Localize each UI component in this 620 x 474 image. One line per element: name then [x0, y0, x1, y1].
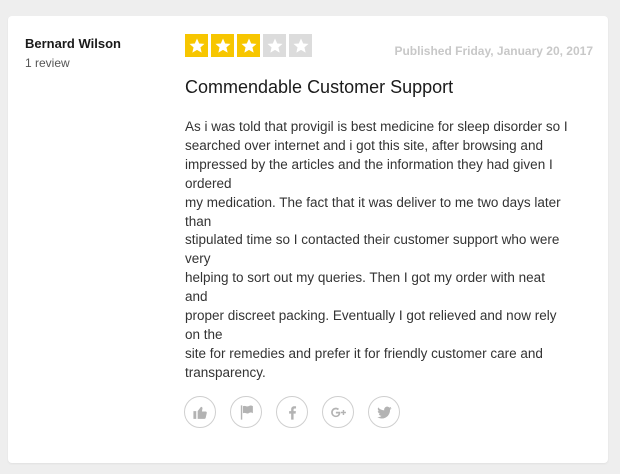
review-actions: [184, 396, 400, 428]
flag-icon: [240, 404, 253, 420]
author-info: Bernard Wilson 1 review: [25, 36, 121, 70]
twitter-icon: [376, 406, 392, 419]
star-icon: [185, 34, 208, 57]
published-date: Published Friday, January 20, 2017: [394, 44, 593, 58]
author-review-count: 1 review: [25, 56, 70, 70]
review-body-line: transparency.: [185, 364, 266, 380]
star-icon: [211, 34, 234, 57]
review-body-line: very: [185, 251, 211, 267]
share-twitter-button[interactable]: [368, 396, 400, 428]
review-body-line: impressed by the articles and the inform…: [185, 156, 553, 172]
review-title: Commendable Customer Support: [185, 77, 454, 97]
star-rating: [185, 34, 312, 57]
star-icon: [263, 34, 286, 57]
review-body-line: proper discreet packing. Eventually I go…: [185, 308, 557, 324]
review-body-line: than: [185, 213, 212, 229]
review-body-line: site for remedies and prefer it for frie…: [185, 345, 543, 361]
review-body-line: stipulated time so I contacted their cus…: [185, 232, 560, 248]
facebook-icon: [288, 405, 296, 420]
google-plus-icon: [330, 407, 346, 417]
review-card: Bernard Wilson 1 review Published Friday…: [8, 16, 608, 463]
review-body-line: searched over internet and i got this si…: [185, 137, 543, 153]
author-name[interactable]: Bernard Wilson: [25, 36, 121, 52]
star-icon: [237, 34, 260, 57]
review-body-line: As i was told that provigil is best medi…: [185, 119, 568, 134]
thumbs-up-icon: [192, 406, 207, 419]
review-body-line: and: [185, 289, 208, 305]
share-google-plus-button[interactable]: [322, 396, 354, 428]
like-button[interactable]: [184, 396, 216, 428]
star-icon: [289, 34, 312, 57]
review-body-line: on the: [185, 326, 223, 342]
review-body-line: helping to sort out my queries. Then I g…: [185, 270, 545, 286]
share-facebook-button[interactable]: [276, 396, 308, 428]
review-body-line: ordered: [185, 175, 232, 191]
report-button[interactable]: [230, 396, 262, 428]
review-body-line: my medication. The fact that it was deli…: [185, 194, 561, 210]
review-body: As i was told that provigil is best medi…: [185, 118, 597, 383]
